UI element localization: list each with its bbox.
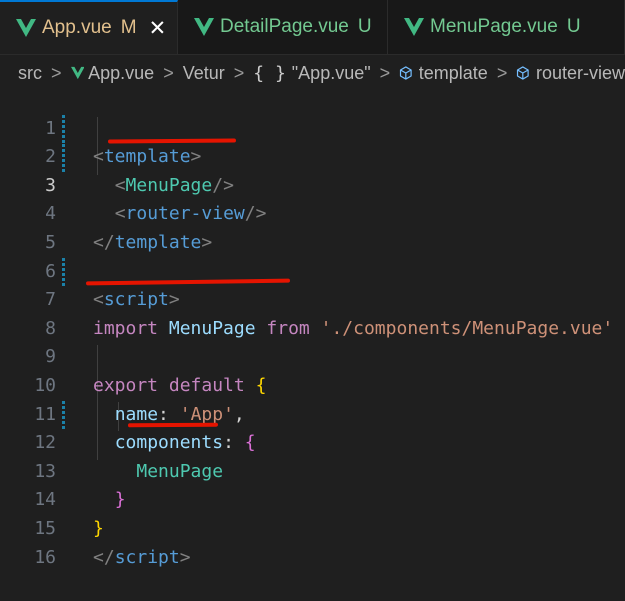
- breadcrumb-vetur[interactable]: Vetur: [183, 63, 225, 84]
- code-editor[interactable]: 1 <template> 2 <MenuPage/> 3 <router-vie…: [0, 86, 625, 568]
- code-line: 5: [0, 200, 625, 253]
- line-number: 16: [34, 546, 56, 568]
- code-line: 16: [0, 515, 625, 568]
- code-line: 13 }: [0, 429, 625, 511]
- modified-badge: M: [120, 17, 137, 38]
- code-line: 12 MenuPage: [0, 401, 625, 482]
- vue-file-icon: [70, 66, 85, 80]
- code-line: 9 export default {: [0, 315, 625, 396]
- breadcrumb-src[interactable]: src: [18, 63, 42, 84]
- tab-label: App.vue: [42, 17, 112, 38]
- chevron-right-icon: >: [51, 62, 62, 83]
- breadcrumb-template[interactable]: template: [419, 63, 488, 84]
- vue-file-icon: [404, 18, 424, 36]
- chevron-right-icon: >: [163, 62, 174, 83]
- vue-file-icon: [194, 18, 214, 36]
- code-line: 2 <MenuPage/>: [0, 115, 625, 196]
- cube-icon: [400, 66, 412, 80]
- tab-detailpage-vue[interactable]: DetailPage.vue U: [178, 0, 388, 54]
- code-line: 4 </template>: [0, 172, 625, 253]
- breadcrumb-router-view[interactable]: router-view: [536, 63, 625, 84]
- tab-label: DetailPage.vue: [220, 16, 349, 37]
- code-line: 1 <template>: [0, 86, 625, 168]
- code-line: 15 </script>: [0, 486, 625, 568]
- tab-label: MenuPage.vue: [430, 16, 558, 37]
- code-line: 8: [0, 286, 625, 339]
- cube-icon: [517, 66, 530, 80]
- code-line: 10 name: 'App',: [0, 343, 625, 425]
- breadcrumb: src > App.vue > Vetur > { } "App.vue" > …: [0, 56, 625, 90]
- breadcrumb-file[interactable]: App.vue: [88, 63, 154, 84]
- close-icon[interactable]: ✕: [149, 18, 167, 39]
- code-line: 14 }: [0, 458, 625, 539]
- chevron-right-icon: >: [233, 62, 245, 83]
- annotation-underline: [127, 422, 219, 428]
- editor-tab-bar: App.vue M ✕ DetailPage.vue U MenuPage.vu…: [0, 0, 625, 55]
- untracked-badge: U: [566, 16, 581, 37]
- chevron-right-icon: >: [379, 62, 391, 83]
- vue-file-icon: [16, 19, 36, 37]
- untracked-badge: U: [357, 16, 372, 37]
- code-line: 6 <script>: [0, 229, 625, 311]
- breadcrumb-component[interactable]: "App.vue": [292, 63, 371, 84]
- braces-icon: { }: [253, 62, 286, 84]
- tab-menupage-vue[interactable]: MenuPage.vue U: [388, 0, 625, 54]
- chevron-right-icon: >: [496, 62, 508, 83]
- code-line: 11 components: {: [0, 372, 625, 454]
- tab-app-vue[interactable]: App.vue M ✕: [0, 0, 178, 54]
- code-line: 3 <router-view/>: [0, 143, 625, 225]
